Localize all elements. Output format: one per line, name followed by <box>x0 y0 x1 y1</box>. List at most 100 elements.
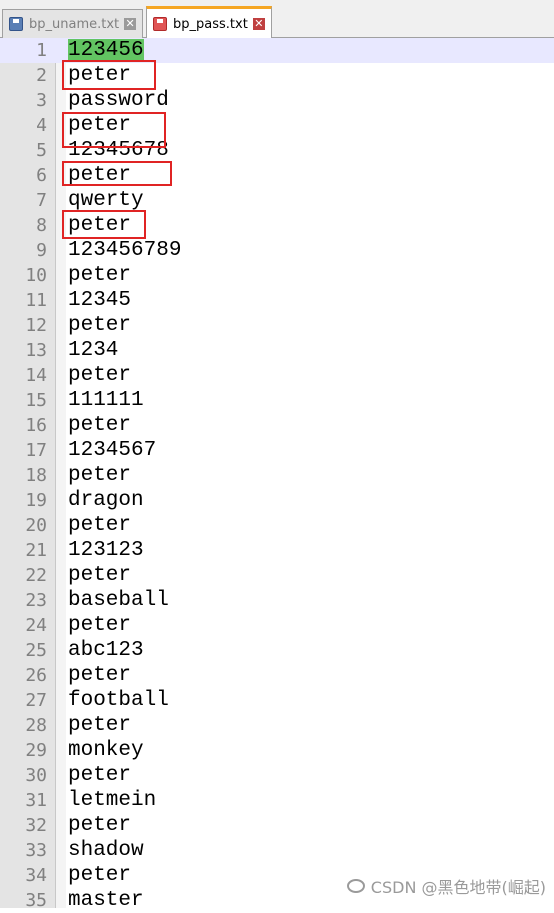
line-text[interactable]: 111111 <box>68 388 144 413</box>
line-text[interactable]: password <box>68 88 169 113</box>
editor-line[interactable]: 16 peter <box>0 413 554 438</box>
editor-line[interactable]: 3 password <box>0 88 554 113</box>
editor-line[interactable]: 10 peter <box>0 263 554 288</box>
editor-line[interactable]: 32 peter <box>0 813 554 838</box>
line-text[interactable]: abc123 <box>68 638 144 663</box>
close-icon[interactable]: ✕ <box>252 18 265 30</box>
editor-line[interactable]: 23 baseball <box>0 588 554 613</box>
editor-line[interactable]: 15 111111 <box>0 388 554 413</box>
line-number: 25 <box>25 640 47 661</box>
line-text[interactable]: master <box>68 888 144 913</box>
line-text-content: peter <box>68 764 132 787</box>
editor-line[interactable]: 22 peter <box>0 563 554 588</box>
line-text[interactable]: peter <box>68 563 131 588</box>
line-text[interactable]: peter <box>68 863 131 888</box>
line-text-content: peter <box>68 514 132 537</box>
line-text[interactable]: 123456789 <box>68 238 181 263</box>
line-number: 20 <box>25 515 47 536</box>
line-text[interactable]: peter <box>68 663 131 688</box>
line-number: 12 <box>25 315 47 336</box>
line-text[interactable]: 12345 <box>68 288 131 313</box>
line-text[interactable]: baseball <box>68 588 169 613</box>
line-text-content: peter <box>68 314 132 337</box>
editor-line[interactable]: 11 12345 <box>0 288 554 313</box>
line-text-content: 123456789 <box>68 239 182 262</box>
line-text[interactable]: peter <box>68 813 131 838</box>
editor-line[interactable]: 26 peter <box>0 663 554 688</box>
line-text-content: peter <box>68 464 132 487</box>
line-number: 2 <box>36 65 47 86</box>
editor-line[interactable]: 18 peter <box>0 463 554 488</box>
line-text[interactable]: football <box>68 688 169 713</box>
line-number: 15 <box>25 390 47 411</box>
line-text[interactable]: peter <box>68 513 131 538</box>
line-text[interactable]: peter <box>68 413 131 438</box>
line-text[interactable]: peter <box>68 363 131 388</box>
line-number: 5 <box>36 140 47 161</box>
line-text-content: peter <box>68 414 132 437</box>
line-text[interactable]: peter <box>68 613 131 638</box>
line-text[interactable]: peter <box>68 713 131 738</box>
line-number: 26 <box>25 665 47 686</box>
editor-line[interactable]: 31 letmein <box>0 788 554 813</box>
line-number: 17 <box>25 440 47 461</box>
editor-line[interactable]: 19 dragon <box>0 488 554 513</box>
line-number: 8 <box>36 215 47 236</box>
line-number: 6 <box>36 165 47 186</box>
line-text[interactable]: 123123 <box>68 538 144 563</box>
line-number: 30 <box>25 765 47 786</box>
line-text[interactable]: peter <box>68 463 131 488</box>
line-number: 19 <box>25 490 47 511</box>
editor-line[interactable]: 33 shadow <box>0 838 554 863</box>
line-text-content: peter <box>68 864 132 887</box>
line-text-content: peter <box>68 264 132 287</box>
editor-line[interactable]: 21 123123 <box>0 538 554 563</box>
editor-line[interactable]: 24 peter <box>0 613 554 638</box>
line-text[interactable]: peter <box>68 263 131 288</box>
line-number: 34 <box>25 865 47 886</box>
line-text-content: letmein <box>68 789 157 812</box>
watermark: CSDN @黑色地带(崛起) <box>346 874 546 898</box>
editor-line[interactable]: 13 1234 <box>0 338 554 363</box>
tab-bp-pass[interactable]: bp_pass.txt ✕ <box>146 6 272 39</box>
editor-line[interactable]: 30 peter <box>0 763 554 788</box>
line-number: 33 <box>25 840 47 861</box>
saved-file-icon <box>9 17 23 31</box>
line-text[interactable]: peter <box>68 763 131 788</box>
editor-line[interactable]: 9 123456789 <box>0 238 554 263</box>
line-text[interactable]: dragon <box>68 488 144 513</box>
editor-line[interactable]: 28 peter <box>0 713 554 738</box>
tab-label: bp_uname.txt <box>29 16 120 32</box>
tab-label: bp_pass.txt <box>173 16 248 32</box>
tab-bar: bp_uname.txt ✕ bp_pass.txt ✕ <box>0 0 554 39</box>
line-text[interactable]: 1234567 <box>68 438 156 463</box>
line-text-content: password <box>68 89 169 112</box>
line-text[interactable]: 1234 <box>68 338 118 363</box>
editor-line[interactable]: 17 1234567 <box>0 438 554 463</box>
highlight-box-line-8 <box>62 210 146 239</box>
line-number: 28 <box>25 715 47 736</box>
unsaved-file-icon <box>153 17 167 31</box>
line-text-content: peter <box>68 614 132 637</box>
line-number: 4 <box>36 115 47 136</box>
highlight-box-line-4 <box>62 112 166 148</box>
editor-line[interactable]: 12 peter <box>0 313 554 338</box>
line-text-content: 123456 <box>68 39 144 62</box>
editor-line[interactable]: 20 peter <box>0 513 554 538</box>
line-text[interactable]: shadow <box>68 838 144 863</box>
line-text[interactable]: monkey <box>68 738 144 763</box>
line-number: 31 <box>25 790 47 811</box>
line-text[interactable]: peter <box>68 313 131 338</box>
editor-line[interactable]: 25 abc123 <box>0 638 554 663</box>
line-text-content: abc123 <box>68 639 144 662</box>
editor-line[interactable]: 29 monkey <box>0 738 554 763</box>
close-icon[interactable]: ✕ <box>124 18 137 30</box>
editor-line[interactable]: 14 peter <box>0 363 554 388</box>
editor-line[interactable]: 27 football <box>0 688 554 713</box>
tab-bp-uname[interactable]: bp_uname.txt ✕ <box>2 9 144 38</box>
line-text-content: monkey <box>68 739 144 762</box>
line-number: 22 <box>25 565 47 586</box>
line-text[interactable]: letmein <box>68 788 156 813</box>
line-number: 24 <box>25 615 47 636</box>
line-text-content: 12345 <box>68 289 132 312</box>
